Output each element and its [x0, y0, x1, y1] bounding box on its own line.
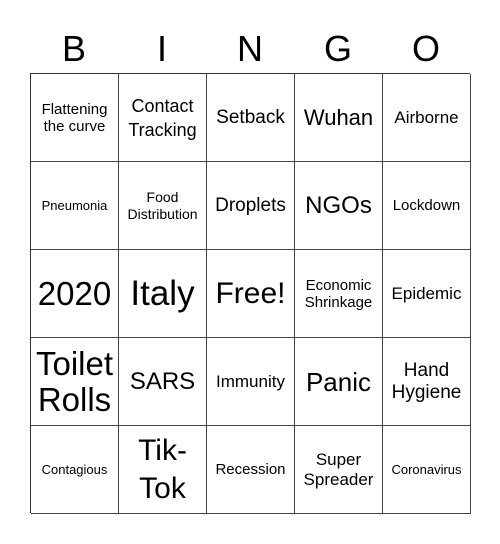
cell-text: Economic Shrinkage [304, 276, 373, 311]
bingo-cell[interactable]: NGOs [295, 162, 383, 250]
header-letter-o: O [411, 28, 440, 69]
header-letter-i: I [156, 28, 167, 69]
cell-text: 2020 [37, 274, 112, 312]
free-space-cell[interactable]: Free! [207, 250, 295, 338]
bingo-cell[interactable]: Super Spreader [295, 426, 383, 514]
cell-text: NGOs [305, 191, 372, 219]
bingo-cell[interactable]: Pneumonia [31, 162, 119, 250]
cell-text: Pneumonia [41, 198, 108, 213]
cell-text: Contact Tracking [128, 95, 197, 140]
bingo-cell[interactable]: Panic [295, 338, 383, 426]
cell-text: Toilet Rolls [35, 344, 114, 418]
bingo-cell[interactable]: 2020 [31, 250, 119, 338]
bingo-header: B I N G O [30, 26, 470, 72]
bingo-cell[interactable]: Droplets [207, 162, 295, 250]
bingo-cell[interactable]: Setback [207, 74, 295, 162]
bingo-grid: Flattening the curve Contact Tracking Se… [30, 73, 471, 514]
bingo-cell[interactable]: Coronavirus [383, 426, 471, 514]
cell-text: Coronavirus [391, 462, 462, 477]
bingo-cell[interactable]: Tik- Tok [119, 426, 207, 514]
bingo-cell[interactable]: Economic Shrinkage [295, 250, 383, 338]
cell-text: Tik- Tok [138, 433, 187, 505]
cell-text: SARS [129, 367, 196, 395]
cell-text: Hand Hygiene [391, 359, 462, 403]
bingo-cell[interactable]: SARS [119, 338, 207, 426]
cell-text: Epidemic [391, 283, 462, 303]
bingo-cell[interactable]: Lockdown [383, 162, 471, 250]
bingo-cell[interactable]: Hand Hygiene [383, 338, 471, 426]
cell-text: Food Distribution [127, 188, 198, 222]
cell-text: Flattening the curve [41, 100, 108, 135]
cell-text: Super Spreader [303, 449, 374, 489]
cell-text: Wuhan [303, 104, 374, 130]
bingo-cell[interactable]: Epidemic [383, 250, 471, 338]
bingo-cell[interactable]: Immunity [207, 338, 295, 426]
bingo-cell[interactable]: Toilet Rolls [31, 338, 119, 426]
bingo-cell[interactable]: Airborne [383, 74, 471, 162]
bingo-cell[interactable]: Italy [119, 250, 207, 338]
bingo-cell[interactable]: Contagious [31, 426, 119, 514]
header-letter-b: B [61, 28, 86, 69]
header-letter-g: G [323, 28, 352, 69]
header-letter-n: N [237, 28, 263, 69]
bingo-cell[interactable]: Food Distribution [119, 162, 207, 250]
cell-text: Recession [215, 461, 286, 478]
cell-text: Italy [130, 273, 195, 313]
bingo-cell[interactable]: Flattening the curve [31, 74, 119, 162]
bingo-cell[interactable]: Wuhan [295, 74, 383, 162]
cell-text: Panic [305, 366, 372, 397]
cell-text: Lockdown [392, 197, 461, 214]
bingo-cell[interactable]: Recession [207, 426, 295, 514]
cell-text: Droplets [215, 194, 286, 216]
cell-text: Contagious [41, 462, 108, 477]
cell-text: Free! [215, 276, 286, 310]
cell-text: Setback [216, 106, 285, 128]
bingo-cell[interactable]: Contact Tracking [119, 74, 207, 162]
cell-text: Airborne [394, 107, 459, 127]
cell-text: Immunity [216, 371, 285, 391]
